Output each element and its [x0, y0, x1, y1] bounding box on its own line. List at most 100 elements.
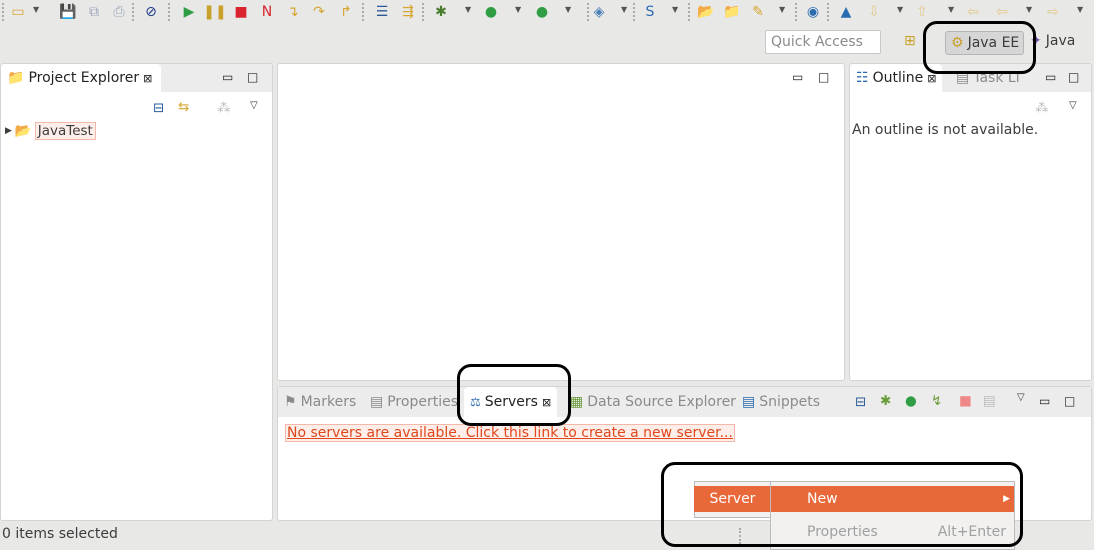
close-icon[interactable]: ⊠	[143, 72, 152, 85]
toolbar-separator	[168, 3, 170, 21]
maximize-button[interactable]: □	[1068, 70, 1079, 84]
filter-icon[interactable]: ⁂	[1035, 100, 1049, 116]
dropdown-arrow-icon[interactable]: ▼	[1026, 5, 1032, 14]
close-icon[interactable]: ⊠	[927, 72, 936, 85]
dropdown-arrow-icon[interactable]: ▼	[621, 5, 627, 14]
minimize-button[interactable]: ▭	[792, 70, 803, 84]
view-menu-icon[interactable]: ▽	[1069, 100, 1077, 111]
suspend-icon[interactable]: ❚❚	[203, 2, 226, 22]
dropdown-arrow-icon[interactable]: ▼	[565, 5, 571, 14]
dropdown-arrow-icon[interactable]: ▼	[672, 5, 678, 14]
perspective-java-ee[interactable]: ⚙ Java EE	[945, 31, 1024, 55]
tab-servers[interactable]: ⚖ Servers ⊠	[464, 387, 558, 417]
dropdown-arrow-icon[interactable]: ▼	[779, 5, 785, 14]
dropdown-arrow-icon[interactable]: ▼	[465, 5, 471, 14]
collapse-icon[interactable]: ⊟	[855, 394, 866, 410]
close-icon[interactable]: ⊠	[542, 396, 551, 409]
toolbar-separator	[795, 3, 797, 21]
task-list-icon: ▤	[956, 70, 970, 86]
quick-access-placeholder: Quick Access	[771, 34, 863, 50]
run-icon[interactable]: ●	[481, 2, 501, 22]
maximize-button[interactable]: □	[247, 70, 258, 84]
java-icon: ✦	[1030, 33, 1042, 49]
toolbar-separator	[688, 3, 690, 21]
disconnect-icon[interactable]: N	[257, 2, 277, 22]
view-menu-icon[interactable]: ▽	[250, 100, 258, 111]
dropdown-arrow-icon[interactable]: ▼	[897, 5, 903, 14]
step-over-icon[interactable]: ↷	[309, 2, 329, 22]
step-return-icon[interactable]: ↱	[336, 2, 356, 22]
maximize-button[interactable]: □	[1064, 394, 1075, 408]
expand-arrow-icon[interactable]: ▶	[5, 126, 12, 136]
search-icon[interactable]: ✎	[748, 2, 768, 22]
outline-panel: ☷ Outline ⊠ ▤ Task Li ▭ □ ⁂ ▽ An outline…	[849, 63, 1092, 381]
tab-outline[interactable]: ☷ Outline ⊠	[850, 64, 943, 92]
drop-to-frame-icon[interactable]: ☰	[372, 2, 392, 22]
dropdown-arrow-icon[interactable]: ▼	[1077, 5, 1083, 14]
open-perspective-icon[interactable]: ⊞	[904, 33, 916, 49]
open-folder-icon[interactable]: 📁	[722, 2, 742, 22]
open-type-icon[interactable]: 📂	[696, 2, 716, 22]
skip-breakpoints-icon[interactable]: ⊘	[141, 2, 161, 22]
outline-message: An outline is not available.	[852, 122, 1039, 138]
snippets-icon: ▤	[742, 394, 756, 410]
tab-task-list[interactable]: ▤ Task Li	[950, 64, 1026, 92]
project-explorer-icon: 📁	[7, 70, 25, 86]
menu-item-server[interactable]: Server	[694, 486, 771, 512]
debug-icon[interactable]: ✱	[431, 2, 451, 22]
save-all-icon[interactable]: ⧉	[84, 2, 104, 22]
minimize-button[interactable]: ▭	[1045, 70, 1056, 84]
terminate-icon[interactable]: ■	[231, 2, 251, 22]
debug-server-icon[interactable]: ✱	[880, 393, 891, 409]
tab-project-explorer[interactable]: 📁 Project Explorer ⊠	[1, 64, 161, 92]
new-web-service-icon[interactable]: S	[640, 2, 660, 22]
start-server-icon[interactable]: ●	[905, 393, 917, 409]
properties-icon: ▤	[370, 394, 384, 410]
data-source-icon: ▦	[570, 394, 584, 410]
minimize-button[interactable]: ▭	[1039, 394, 1050, 408]
stop-server-icon[interactable]: ■	[959, 393, 972, 409]
status-bar-separator	[739, 528, 741, 544]
save-icon[interactable]: 💾	[58, 2, 78, 22]
filter-icon[interactable]: ⁂	[217, 100, 231, 116]
dropdown-arrow-icon[interactable]: ▼	[33, 5, 39, 14]
status-bar-text: 0 items selected	[2, 526, 118, 542]
use-step-filters-icon[interactable]: ⇶	[398, 2, 418, 22]
dropdown-arrow-icon[interactable]: ▼	[515, 5, 521, 14]
create-server-link[interactable]: No servers are available. Click this lin…	[285, 424, 735, 442]
menu-item-new[interactable]: New ▶	[771, 486, 1014, 512]
last-edit-icon[interactable]: ⇦	[963, 2, 983, 22]
forward-icon[interactable]: ⇨	[1043, 2, 1063, 22]
minimize-button[interactable]: ▭	[222, 70, 233, 84]
tab-data-source-explorer[interactable]: ▦ Data Source Explorer	[564, 387, 742, 417]
new-server-icon[interactable]: ◈	[589, 2, 609, 22]
view-menu-icon[interactable]: ▽	[1017, 392, 1025, 403]
new-icon[interactable]: ▭	[8, 2, 28, 22]
link-with-editor-icon[interactable]: ⇆	[178, 99, 189, 115]
previous-annotation-icon[interactable]: ⇧	[912, 2, 932, 22]
outline-icon: ☷	[856, 70, 869, 86]
toolbar-separator	[132, 3, 134, 21]
dropdown-arrow-icon[interactable]: ▼	[948, 5, 954, 14]
toolbar-separator	[633, 3, 635, 21]
back-icon[interactable]: ⇦	[992, 2, 1012, 22]
maximize-button[interactable]: □	[818, 70, 829, 84]
print-icon[interactable]: ⎙	[109, 2, 129, 22]
run-external-icon[interactable]: ●	[532, 2, 552, 22]
tree-item-javatest[interactable]: ▶ 📂 JavaTest	[5, 122, 96, 140]
menu-item-properties[interactable]: Properties Alt+Enter	[771, 520, 1014, 544]
publish-icon[interactable]: ▤	[983, 393, 996, 409]
perspective-java[interactable]: ✦ Java	[1030, 33, 1075, 49]
collapse-all-icon[interactable]: ⊟	[153, 100, 164, 116]
tab-properties[interactable]: ▤ Properties	[364, 387, 464, 417]
run-web-icon[interactable]: ▲	[836, 2, 856, 22]
toolbar-separator	[827, 3, 829, 21]
step-into-icon[interactable]: ↴	[283, 2, 303, 22]
next-annotation-icon[interactable]: ⇩	[864, 2, 884, 22]
quick-access-input[interactable]: Quick Access	[765, 30, 881, 54]
tab-markers[interactable]: ⚑ Markers	[278, 387, 362, 417]
profile-server-icon[interactable]: ↯	[931, 393, 942, 409]
globe-icon[interactable]: ◉	[803, 2, 823, 22]
tab-snippets[interactable]: ▤ Snippets	[736, 387, 826, 417]
resume-icon[interactable]: ▶	[179, 2, 199, 22]
